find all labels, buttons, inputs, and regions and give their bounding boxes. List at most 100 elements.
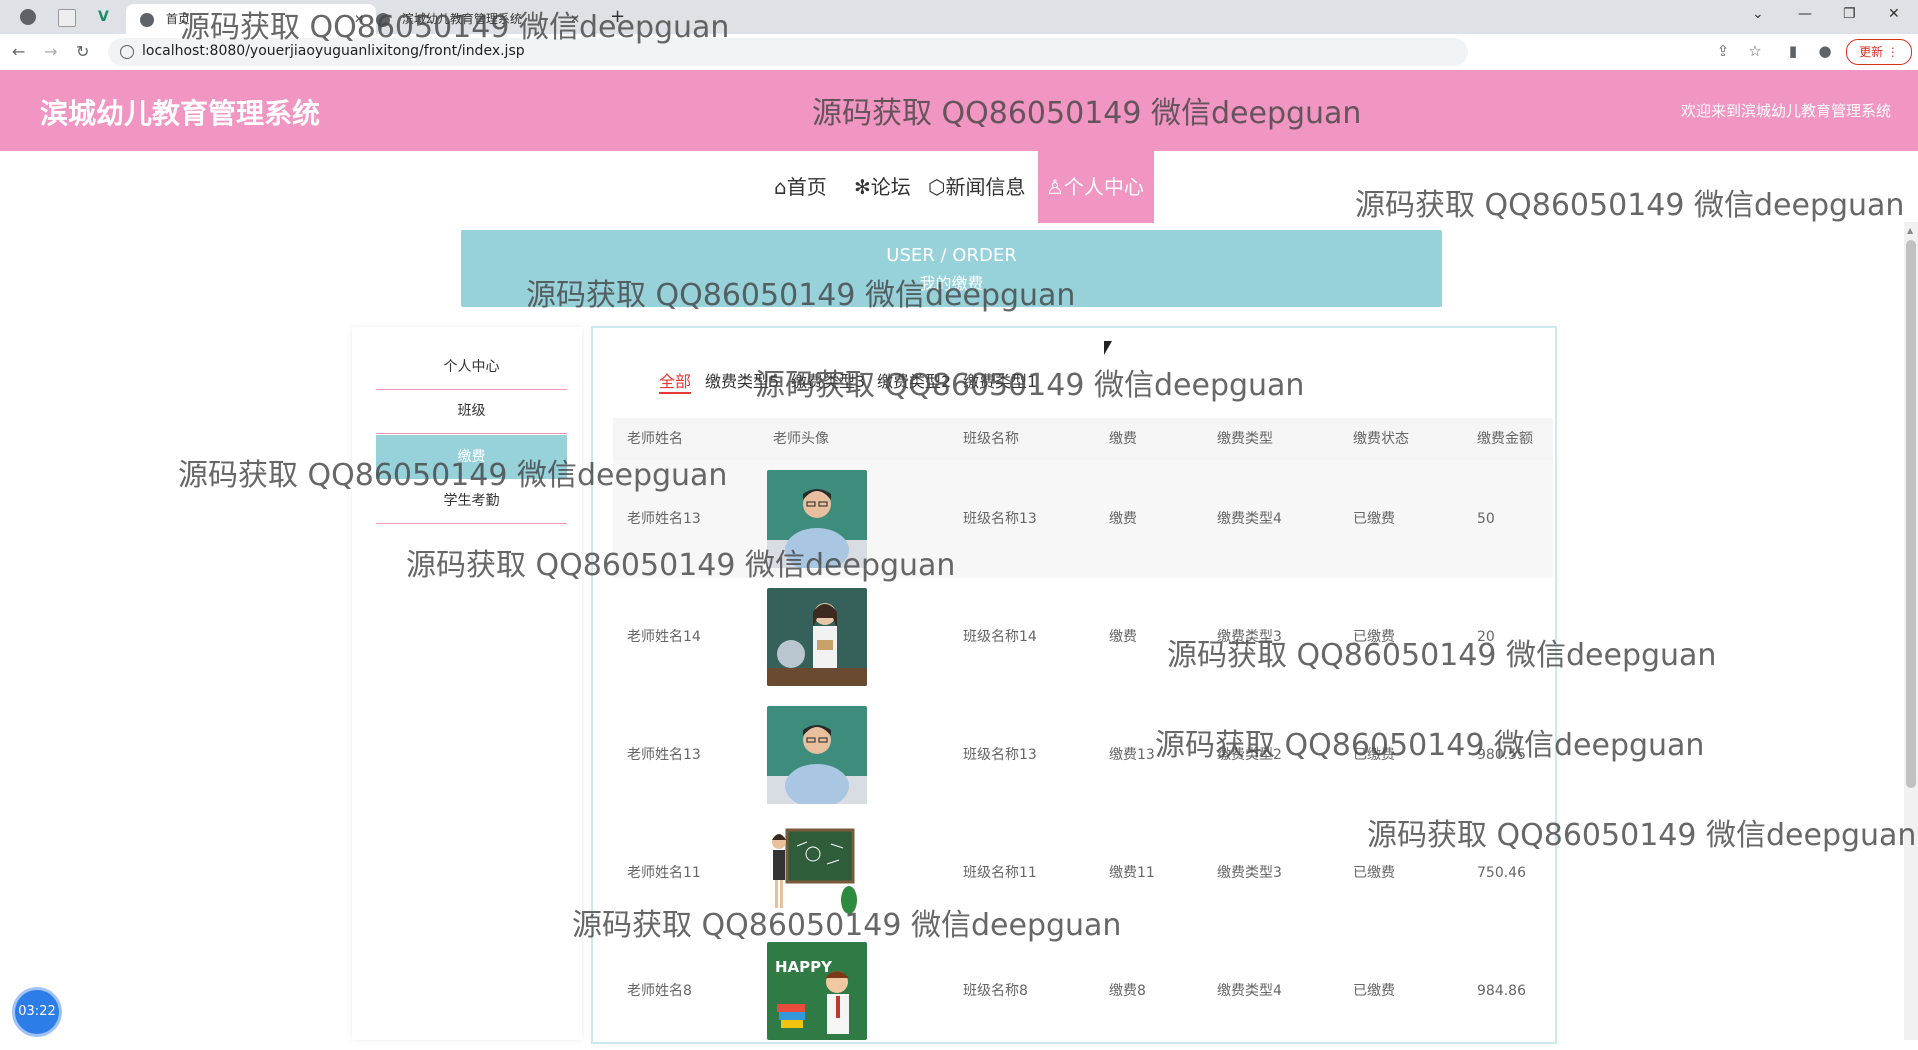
table-row[interactable]: 老师姓名13 班级名称13 缴费 缴费类型4 已缴费 50 bbox=[613, 460, 1553, 578]
teacher-chalkboard-cartoon bbox=[767, 824, 867, 922]
teacher-name: 老师姓名8 bbox=[627, 983, 692, 999]
fee-status: 已缴费 bbox=[1353, 511, 1395, 527]
close-window-icon[interactable]: ✕ bbox=[1888, 6, 1900, 22]
star-icon[interactable]: ☆ bbox=[1746, 42, 1764, 60]
browser-tab[interactable]: 滨城幼儿教育管理系统 ✕ bbox=[362, 4, 592, 34]
teachers-day-cartoon: HAPPY bbox=[767, 942, 867, 1040]
teacher-name: 老师姓名13 bbox=[627, 511, 701, 527]
scrollbar-thumb[interactable] bbox=[1906, 240, 1916, 788]
new-tab-button[interactable]: + bbox=[610, 6, 625, 27]
nav-item-home[interactable]: ⌂首页 bbox=[766, 151, 835, 223]
tab-search-icon[interactable]: ⌄ bbox=[1752, 6, 1764, 22]
fee-status: 已缴费 bbox=[1353, 865, 1395, 881]
svg-text:HAPPY: HAPPY bbox=[775, 958, 833, 976]
nav-item-news[interactable]: ⬡新闻信息 bbox=[920, 151, 1033, 223]
page-banner: USER / ORDER 我的缴费 bbox=[461, 230, 1442, 307]
update-button[interactable]: 更新 ⋮ bbox=[1846, 39, 1912, 65]
class-name: 班级名称14 bbox=[963, 629, 1037, 645]
class-name: 班级名称8 bbox=[963, 983, 1028, 999]
globe-icon bbox=[376, 12, 390, 27]
fee-status: 已缴费 bbox=[1353, 629, 1395, 645]
column-header: 缴费状态 bbox=[1353, 431, 1409, 447]
share-icon[interactable]: ⇪ bbox=[1714, 42, 1732, 60]
browser-tab-bar: V 首页 ✕ 滨城幼儿教育管理系统 ✕ + ⌄ — ❐ ✕ bbox=[0, 0, 1918, 34]
filter-tab[interactable]: 缴费类型1 bbox=[963, 368, 1037, 392]
filter-tab[interactable]: 缴费类型5 bbox=[705, 368, 779, 392]
globe-icon bbox=[140, 12, 154, 27]
sidebar: 个人中心 班级 缴费 学生考勤 bbox=[352, 327, 582, 1040]
welcome-text: 欢迎来到滨城幼儿教育管理系统 bbox=[1680, 102, 1891, 120]
sidebar-item-personal-center[interactable]: 个人中心 bbox=[376, 345, 567, 390]
filter-tab[interactable]: 缴费类型2 bbox=[877, 368, 951, 392]
fee-amount: 980.55 bbox=[1477, 747, 1526, 763]
nav-item-personal-center[interactable]: ♙个人中心 bbox=[1038, 151, 1154, 223]
teacher-avatar bbox=[767, 588, 867, 686]
sidepanel-icon[interactable]: ▮ bbox=[1784, 42, 1802, 60]
fee-type: 缴费类型4 bbox=[1217, 511, 1282, 527]
restore-icon[interactable]: ❐ bbox=[1843, 6, 1856, 22]
fee-name: 缴费8 bbox=[1109, 983, 1146, 999]
payment-panel: 全部 缴费类型5 缴费类型3 缴费类型2 缴费类型1 老师姓名 老师头像 班级名… bbox=[591, 326, 1557, 1044]
url-input[interactable]: localhost:8080/youerjiaoyuguanlixitong/f… bbox=[108, 38, 1468, 66]
page-scrollbar[interactable]: ▲ bbox=[1904, 222, 1918, 1040]
site-title: 滨城幼儿教育管理系统 bbox=[40, 97, 321, 130]
table-row[interactable]: 老师姓名8 HAPPY 班级名称8 缴费8 缴费类型4 已缴费 984.86 bbox=[613, 932, 1553, 1050]
recording-timer[interactable]: 03:22 bbox=[15, 990, 59, 1034]
fee-type: 缴费类型4 bbox=[1217, 983, 1282, 999]
table-row[interactable]: 老师姓名14 班级名称14 缴费 缴费类型3 已缴费 20 bbox=[613, 578, 1553, 696]
fee-status: 已缴费 bbox=[1353, 983, 1395, 999]
table-row[interactable]: 老师姓名11 班级名称11 缴费11 缴费类型3 已缴费 750.46 bbox=[613, 814, 1553, 932]
teacher-avatar: HAPPY bbox=[767, 942, 867, 1040]
fee-name: 缴费 bbox=[1109, 629, 1137, 645]
fee-status: 已缴费 bbox=[1353, 747, 1395, 763]
site-header: 滨城幼儿教育管理系统 欢迎来到滨城幼儿教育管理系统 bbox=[0, 70, 1918, 151]
mouse-cursor-icon bbox=[1104, 341, 1112, 355]
teacher-male-photo bbox=[767, 706, 867, 804]
filter-tab[interactable]: 缴费类型3 bbox=[791, 368, 865, 392]
sidebar-item-payment[interactable]: 缴费 bbox=[376, 435, 567, 479]
column-header: 班级名称 bbox=[963, 431, 1019, 447]
pinned-tab-icon[interactable] bbox=[58, 9, 76, 27]
column-header: 缴费 bbox=[1109, 431, 1137, 447]
banner-title: USER / ORDER bbox=[886, 245, 1017, 266]
info-icon[interactable] bbox=[120, 45, 134, 59]
teacher-female-photo bbox=[767, 588, 867, 686]
teacher-avatar bbox=[767, 470, 867, 568]
class-name: 班级名称13 bbox=[963, 511, 1037, 527]
fee-type: 缴费类型2 bbox=[1217, 747, 1282, 763]
filter-tab-all[interactable]: 全部 bbox=[659, 368, 692, 394]
close-icon[interactable]: ✕ bbox=[570, 4, 580, 34]
fee-amount: 984.86 bbox=[1477, 983, 1526, 999]
fee-amount: 50 bbox=[1477, 511, 1495, 527]
teacher-name: 老师姓名13 bbox=[627, 747, 701, 763]
tab-label: 滨城幼儿教育管理系统 bbox=[401, 12, 522, 26]
scroll-up-icon[interactable]: ▲ bbox=[1907, 226, 1913, 235]
forward-icon[interactable]: → bbox=[44, 42, 57, 61]
table-row[interactable]: 老师姓名13 班级名称13 缴费13 缴费类型2 已缴费 980.55 bbox=[613, 696, 1553, 814]
fee-name: 缴费11 bbox=[1109, 865, 1155, 881]
vue-devtools-icon[interactable]: V bbox=[98, 9, 114, 25]
column-header: 老师姓名 bbox=[627, 431, 683, 447]
url-text: localhost:8080/youerjiaoyuguanlixitong/f… bbox=[142, 43, 525, 59]
table-header: 老师姓名 老师头像 班级名称 缴费 缴费类型 缴费状态 缴费金额 bbox=[613, 418, 1553, 460]
tab-label: 首页 bbox=[165, 12, 190, 26]
fee-amount: 20 bbox=[1477, 629, 1495, 645]
pinned-tab-icon[interactable] bbox=[20, 9, 36, 25]
sidebar-item-attendance[interactable]: 学生考勤 bbox=[376, 479, 567, 524]
teacher-male-photo bbox=[767, 470, 867, 568]
banner-subtitle: 我的缴费 bbox=[919, 274, 984, 293]
teacher-name: 老师姓名14 bbox=[627, 629, 701, 645]
fee-name: 缴费13 bbox=[1109, 747, 1155, 763]
minimize-icon[interactable]: — bbox=[1798, 6, 1812, 22]
fee-type: 缴费类型3 bbox=[1217, 629, 1282, 645]
column-header: 老师头像 bbox=[773, 431, 829, 447]
profile-icon[interactable]: ● bbox=[1816, 42, 1834, 60]
teacher-avatar bbox=[767, 824, 867, 922]
fee-amount: 750.46 bbox=[1477, 865, 1526, 881]
class-name: 班级名称11 bbox=[963, 865, 1037, 881]
sidebar-item-class[interactable]: 班级 bbox=[376, 389, 567, 434]
nav-item-forum[interactable]: ✻论坛 bbox=[846, 151, 919, 223]
reload-icon[interactable]: ↻ bbox=[76, 42, 89, 61]
browser-tab-active[interactable]: 首页 ✕ bbox=[126, 4, 376, 34]
back-icon[interactable]: ← bbox=[12, 42, 25, 61]
